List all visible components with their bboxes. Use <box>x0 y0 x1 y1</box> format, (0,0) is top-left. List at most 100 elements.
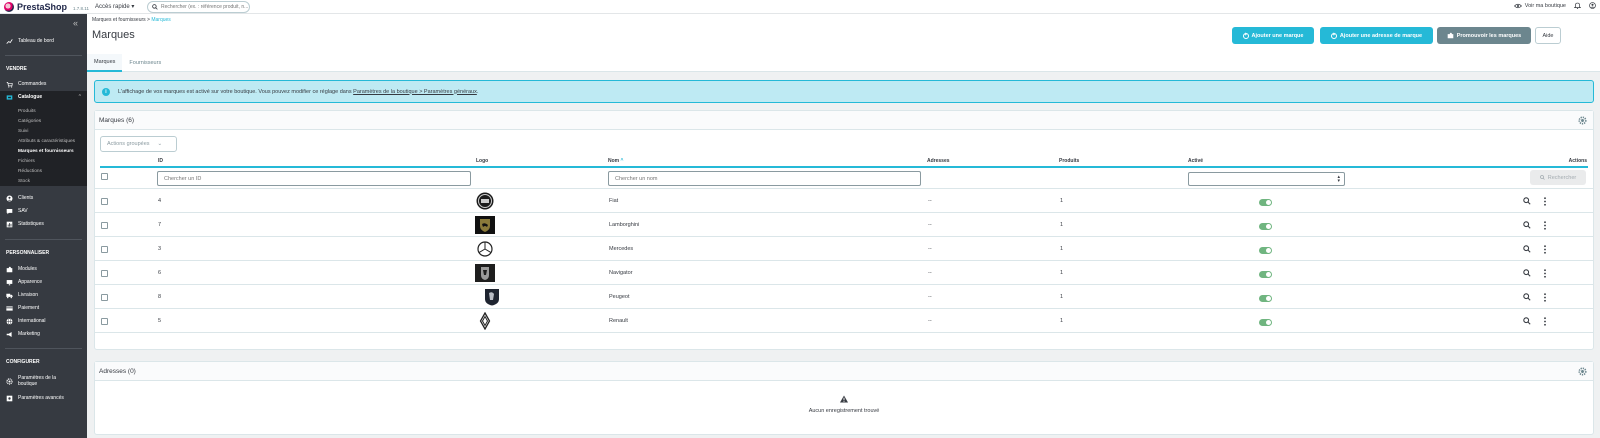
bell-icon[interactable] <box>1574 2 1581 9</box>
table-row[interactable]: 4 Fiat -- 1 <box>95 188 1593 212</box>
sidebar-item-shipping[interactable]: Livraison <box>0 289 87 301</box>
quick-access-dropdown[interactable]: Accès rapide ▾ <box>95 3 134 10</box>
sidebar-item-payment[interactable]: Paiement <box>0 302 87 314</box>
active-toggle[interactable] <box>1259 319 1272 326</box>
breadcrumb-separator: > <box>147 17 150 23</box>
view-shop-label: Voir ma boutique <box>1524 2 1566 9</box>
active-toggle[interactable] <box>1259 199 1272 206</box>
sidebar-item-international[interactable]: International <box>0 315 87 327</box>
account-icon[interactable] <box>1589 2 1596 9</box>
search-icon[interactable] <box>1523 221 1531 229</box>
sort-asc-icon[interactable]: ^ <box>621 158 624 164</box>
breadcrumb-current[interactable]: Marques <box>151 17 170 23</box>
header-search-input[interactable] <box>161 4 249 10</box>
puzzle-icon <box>1447 32 1454 39</box>
add-brand-address-button[interactable]: + Ajouter une adresse de marque <box>1320 27 1433 44</box>
search-icon[interactable] <box>1523 245 1531 253</box>
table-header-line <box>100 166 1588 168</box>
table-row[interactable]: 5 Renault -- 1 <box>95 308 1593 332</box>
table-row[interactable]: 3 Mercedes -- 1 <box>95 236 1593 260</box>
active-toggle[interactable] <box>1259 247 1272 254</box>
section-configure: CONFIGURER <box>6 359 40 365</box>
bulk-actions-dropdown[interactable]: Actions groupées ⌄ <box>100 136 177 152</box>
submenu-tracking[interactable]: Suivi <box>18 129 28 134</box>
column-header-name[interactable]: Nom ^ <box>608 158 623 164</box>
row-checkbox[interactable] <box>101 222 108 229</box>
promote-brands-button[interactable]: Promouvoir les marques <box>1437 27 1531 44</box>
sidebar-item-dashboard[interactable]: Tableau de bord <box>0 35 87 47</box>
sidebar-item-sav[interactable]: SAV <box>0 205 87 217</box>
more-vertical-icon[interactable] <box>1543 269 1547 278</box>
more-vertical-icon[interactable] <box>1543 293 1547 302</box>
search-icon[interactable] <box>1523 197 1531 205</box>
brand-name: Fiat <box>609 198 619 204</box>
search-icon[interactable] <box>1523 293 1531 301</box>
active-toggle[interactable] <box>1259 295 1272 302</box>
sidebar-item-orders[interactable]: Commandes <box>0 78 87 90</box>
column-header-id[interactable]: ID <box>158 158 163 164</box>
shop-settings-link[interactable]: Paramètres de la boutique > Paramètres g… <box>353 89 477 95</box>
brand-addresses: -- <box>928 222 932 228</box>
active-toggle[interactable] <box>1259 271 1272 278</box>
gear-icon[interactable] <box>1578 116 1587 125</box>
view-shop-link[interactable]: Voir ma boutique <box>1513 2 1566 9</box>
sidebar-item-appearance[interactable]: Apparence <box>0 276 87 288</box>
search-icon[interactable] <box>1523 269 1531 277</box>
header-search[interactable] <box>147 1 250 13</box>
table-row[interactable]: 6 Navigator -- 1 <box>95 260 1593 284</box>
alert-text: L'affichage de vos marques est activé su… <box>118 89 478 95</box>
submenu-categories[interactable]: Catégories <box>18 119 41 124</box>
gear-icon[interactable] <box>1578 367 1587 376</box>
submenu-attributes[interactable]: Attributs & caractéristiques <box>18 139 75 144</box>
submenu-discounts[interactable]: Réductions <box>18 169 42 174</box>
brand-addresses: -- <box>928 294 932 300</box>
table-row[interactable]: 8 Peugeot -- 1 <box>95 284 1593 308</box>
active-toggle[interactable] <box>1259 223 1272 230</box>
sidebar-item-catalog[interactable]: Catalogue ^ <box>0 91 87 103</box>
add-address-label: Ajouter une adresse de marque <box>1339 32 1423 39</box>
tab-suppliers[interactable]: Fournisseurs <box>122 54 168 72</box>
filter-name-input[interactable] <box>608 171 921 186</box>
more-vertical-icon[interactable] <box>1543 245 1547 254</box>
search-icon <box>152 4 158 10</box>
user-circle-icon <box>6 194 13 202</box>
brand-id: 4 <box>158 198 162 204</box>
sidebar-item-advanced-params[interactable]: Paramètres avancés <box>0 392 87 404</box>
row-checkbox[interactable] <box>101 270 108 277</box>
sidebar-item-label: Livraison <box>18 292 39 298</box>
column-header-active[interactable]: Activé <box>1188 158 1203 164</box>
row-checkbox[interactable] <box>101 198 108 205</box>
info-icon: i <box>102 87 110 96</box>
select-arrows-icon: ▴ ▾ <box>1337 174 1340 184</box>
breadcrumb-parent[interactable]: Marques et fournisseurs <box>92 17 146 23</box>
filter-active-select[interactable]: ▴ ▾ <box>1188 172 1345 186</box>
add-brand-button[interactable]: + Ajouter une marque <box>1232 27 1314 44</box>
sidebar-item-stats[interactable]: Statistiques <box>0 218 87 230</box>
chevron-up-icon: ^ <box>78 94 81 100</box>
tab-brands[interactable]: Marques <box>87 54 123 72</box>
table-row[interactable]: 7 Lamborghini -- 1 <box>95 212 1593 236</box>
submenu-files[interactable]: Fichiers <box>18 159 35 164</box>
row-checkbox[interactable] <box>101 294 108 301</box>
search-icon[interactable] <box>1523 317 1531 325</box>
cart-icon <box>6 81 13 88</box>
alert-message: L'affichage de vos marques est activé su… <box>118 88 352 95</box>
collapse-sidebar-icon[interactable]: « <box>73 19 78 28</box>
row-checkbox[interactable] <box>101 246 108 253</box>
sidebar-item-modules[interactable]: Modules <box>0 263 87 275</box>
select-all-checkbox[interactable] <box>101 173 108 180</box>
prestashop-logo[interactable]: PrestaShop 1.7.8.11 <box>4 2 89 12</box>
sidebar-item-marketing[interactable]: Marketing <box>0 328 87 340</box>
sidebar-item-customers[interactable]: Clients <box>0 192 87 204</box>
submenu-brands-suppliers[interactable]: Marques et fournisseurs <box>18 149 74 154</box>
search-button[interactable]: Rechercher <box>1530 170 1586 185</box>
more-vertical-icon[interactable] <box>1543 317 1547 326</box>
filter-id-input[interactable] <box>157 171 471 186</box>
help-button[interactable]: Aide <box>1535 27 1561 44</box>
more-vertical-icon[interactable] <box>1543 197 1547 206</box>
submenu-stock[interactable]: Stock <box>18 179 30 184</box>
more-vertical-icon[interactable] <box>1543 221 1547 230</box>
submenu-products[interactable]: Produits <box>18 109 36 114</box>
row-checkbox[interactable] <box>101 318 108 325</box>
sidebar-item-shop-params[interactable]: Paramètres de la boutique <box>0 371 87 391</box>
